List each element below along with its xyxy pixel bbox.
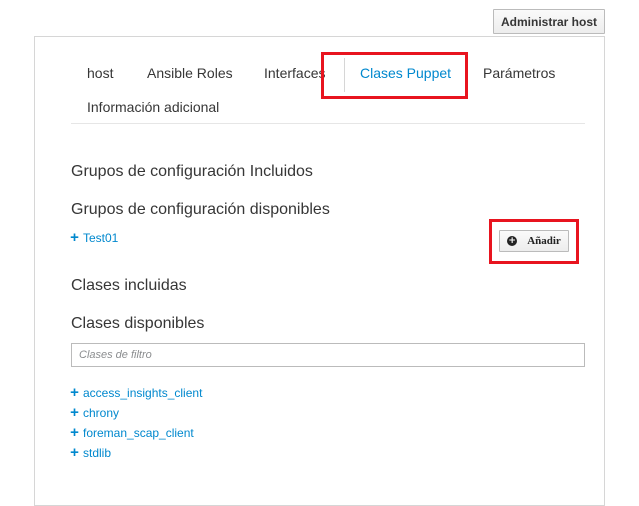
plus-circle-icon: +: [507, 236, 518, 246]
plus-icon: +: [70, 229, 79, 246]
config-group-item[interactable]: + Test01: [69, 229, 118, 246]
class-item-label[interactable]: chrony: [83, 406, 119, 420]
class-filter-input[interactable]: [71, 343, 585, 367]
class-item-label[interactable]: access_insights_client: [83, 386, 202, 400]
plus-icon: +: [70, 424, 79, 441]
class-list-item[interactable]: + chrony: [69, 404, 119, 421]
config-group-item-label[interactable]: Test01: [83, 231, 118, 245]
class-item-label[interactable]: stdlib: [83, 446, 111, 460]
class-list-item[interactable]: + access_insights_client: [69, 384, 202, 401]
add-button-label: Añadir: [527, 235, 561, 247]
included-classes-heading: Clases incluidas: [71, 277, 187, 294]
available-classes-heading: Clases disponibles: [71, 315, 205, 332]
manage-host-button[interactable]: Administrar host: [493, 9, 605, 34]
tab-parameters[interactable]: Parámetros: [483, 65, 555, 81]
tab-ansible-roles[interactable]: Ansible Roles: [147, 65, 233, 81]
highlight-box-puppet-tab: [321, 52, 468, 99]
tab-interfaces[interactable]: Interfaces: [264, 65, 325, 81]
class-item-label[interactable]: foreman_scap_client: [83, 426, 194, 440]
tabs-bottom-border: [71, 123, 585, 124]
included-config-groups-heading: Grupos de configuración Incluidos: [71, 163, 313, 180]
plus-icon: +: [70, 444, 79, 461]
tab-additional-info[interactable]: Información adicional: [87, 99, 219, 115]
add-button[interactable]: + Añadir: [499, 230, 569, 252]
class-list-item[interactable]: + foreman_scap_client: [69, 424, 194, 441]
tab-host[interactable]: host: [87, 65, 113, 81]
plus-icon: +: [70, 404, 79, 421]
class-list-item[interactable]: + stdlib: [69, 444, 111, 461]
plus-icon: +: [70, 384, 79, 401]
available-config-groups-heading: Grupos de configuración disponibles: [71, 201, 330, 218]
